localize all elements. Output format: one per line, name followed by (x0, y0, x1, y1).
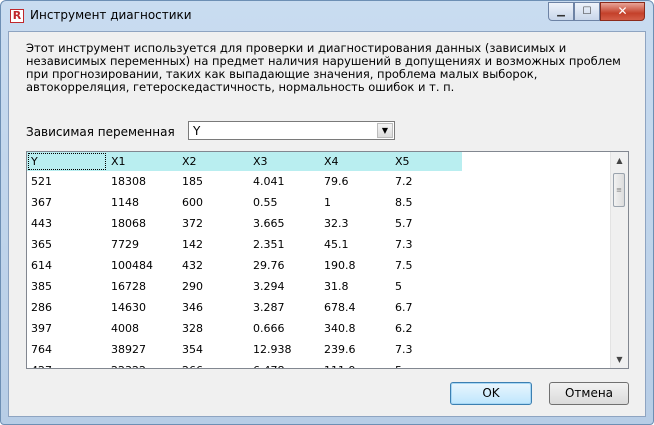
window-title: Инструмент диагностики (30, 8, 192, 22)
scrollbar-thumb[interactable]: ≡ (613, 173, 625, 207)
table-cell[interactable]: 16728 (107, 276, 178, 297)
title-bar[interactable]: R Инструмент диагностики ▁ ☐ ✕ (1, 1, 653, 31)
table-cell[interactable]: 1 (320, 192, 391, 213)
table-cell[interactable]: 3.287 (249, 297, 320, 318)
table-cell[interactable]: 111.9 (320, 360, 391, 368)
table-cell[interactable]: 4.041 (249, 171, 320, 192)
table-cell[interactable]: 614 (27, 255, 107, 276)
table-cell[interactable]: 5.7 (391, 213, 462, 234)
table-row[interactable]: 365 7729 142 2.351 45.1 7.3 (27, 234, 462, 255)
table-row[interactable]: 286 14630 346 3.287 678.4 6.7 (27, 297, 462, 318)
table-cell[interactable]: 7.2 (391, 171, 462, 192)
table-cell[interactable]: 764 (27, 339, 107, 360)
table-cell[interactable]: 6.7 (391, 297, 462, 318)
table-cell[interactable]: 4008 (107, 318, 178, 339)
table-cell[interactable]: 239.6 (320, 339, 391, 360)
table-cell[interactable]: 354 (178, 339, 249, 360)
table-row[interactable]: 397 4008 328 0.666 340.8 6.2 (27, 318, 462, 339)
table-header-row: Y X1 X2 X3 X4 X5 (27, 152, 462, 171)
table-cell[interactable]: 346 (178, 297, 249, 318)
table-cell[interactable]: 7.3 (391, 234, 462, 255)
table-cell[interactable]: 432 (178, 255, 249, 276)
table-row[interactable]: 427223222666.478111.95 (27, 360, 462, 368)
table-cell[interactable]: 5 (391, 360, 462, 368)
table-cell[interactable]: 18068 (107, 213, 178, 234)
ok-button[interactable]: OK (450, 382, 532, 405)
dialog-body: Этот инструмент используется для проверк… (8, 31, 646, 417)
table-cell[interactable]: 427 (27, 360, 107, 368)
column-header[interactable]: X1 (107, 152, 178, 171)
table-cell[interactable]: 79.6 (320, 171, 391, 192)
column-header[interactable]: X3 (249, 152, 320, 171)
cancel-button[interactable]: Отмена (549, 382, 629, 405)
table-row[interactable]: 614 100484 432 29.76 190.8 7.5 (27, 255, 462, 276)
column-header[interactable]: Y (27, 152, 107, 171)
table-cell[interactable]: 12.938 (249, 339, 320, 360)
table-cell[interactable]: 1148 (107, 192, 178, 213)
table-cell[interactable]: 367 (27, 192, 107, 213)
minimize-button[interactable]: ▁ (548, 2, 574, 21)
table-cell[interactable]: 443 (27, 213, 107, 234)
table-cell[interactable]: 18308 (107, 171, 178, 192)
table-body: 521 18308 185 4.041 79.6 7.2 367 1148 600 0.55 1 8.… (27, 171, 462, 368)
table-cell[interactable]: 2.351 (249, 234, 320, 255)
chevron-down-icon[interactable]: ▼ (377, 123, 393, 138)
table-cell[interactable]: 185 (178, 171, 249, 192)
table-cell[interactable]: 29.76 (249, 255, 320, 276)
column-header[interactable]: X2 (178, 152, 249, 171)
table-cell[interactable]: 7.5 (391, 255, 462, 276)
table-row[interactable]: 385 16728 290 3.294 31.8 5 (27, 276, 462, 297)
table-cell[interactable]: 14630 (107, 297, 178, 318)
table-cell[interactable]: 100484 (107, 255, 178, 276)
table-cell[interactable]: 290 (178, 276, 249, 297)
table-cell[interactable]: 8.5 (391, 192, 462, 213)
description-text: Этот инструмент используется для проверк… (26, 41, 621, 94)
vertical-scrollbar[interactable]: ▲ ≡ ▼ (610, 152, 628, 368)
column-header[interactable]: X5 (391, 152, 462, 171)
dependent-variable-select[interactable]: Y ▼ (188, 121, 395, 140)
table-cell[interactable]: 7729 (107, 234, 178, 255)
table-cell[interactable]: 0.55 (249, 192, 320, 213)
table-row[interactable]: 521 18308 185 4.041 79.6 7.2 (27, 171, 462, 192)
table-row[interactable]: 443 18068 372 3.665 32.3 5.7 (27, 213, 462, 234)
dependent-variable-label: Зависимая переменная (26, 125, 175, 139)
table-cell[interactable]: 32.3 (320, 213, 391, 234)
dialog-window: R Инструмент диагностики ▁ ☐ ✕ Этот инст… (0, 0, 654, 425)
scroll-up-arrow-icon[interactable]: ▲ (611, 152, 628, 169)
table-cell[interactable]: 142 (178, 234, 249, 255)
close-button[interactable]: ✕ (600, 2, 645, 21)
table-cell[interactable]: 328 (178, 318, 249, 339)
table-cell[interactable]: 45.1 (320, 234, 391, 255)
table-row[interactable]: 367 1148 600 0.55 1 8.5 (27, 192, 462, 213)
data-table: Y X1 X2 X3 X4 X5 521 18308 185 4.041 79.6 7.2… (27, 152, 462, 368)
table-cell[interactable]: 3.665 (249, 213, 320, 234)
table-cell[interactable]: 385 (27, 276, 107, 297)
table-cell[interactable]: 3.294 (249, 276, 320, 297)
table-cell[interactable]: 372 (178, 213, 249, 234)
column-header[interactable]: X4 (320, 152, 391, 171)
data-grid[interactable]: Y X1 X2 X3 X4 X5 521 18308 185 4.041 79.6 7.2… (26, 151, 629, 369)
table-cell[interactable]: 0.666 (249, 318, 320, 339)
table-cell[interactable]: 286 (27, 297, 107, 318)
table-cell[interactable]: 22322 (107, 360, 178, 368)
table-cell[interactable]: 5 (391, 276, 462, 297)
table-cell[interactable]: 7.3 (391, 339, 462, 360)
table-cell[interactable]: 6.478 (249, 360, 320, 368)
table-cell[interactable]: 365 (27, 234, 107, 255)
table-cell[interactable]: 190.8 (320, 255, 391, 276)
table-cell[interactable]: 397 (27, 318, 107, 339)
table-cell[interactable]: 31.8 (320, 276, 391, 297)
table-cell[interactable]: 340.8 (320, 318, 391, 339)
table-cell[interactable]: 266 (178, 360, 249, 368)
table-cell[interactable]: 38927 (107, 339, 178, 360)
maximize-button[interactable]: ☐ (574, 2, 600, 21)
table-cell[interactable]: 678.4 (320, 297, 391, 318)
app-icon: R (10, 9, 24, 23)
table-cell[interactable]: 6.2 (391, 318, 462, 339)
table-cell[interactable]: 600 (178, 192, 249, 213)
table-row[interactable]: 764 38927 354 12.938 239.6 7.3 (27, 339, 462, 360)
table-cell[interactable]: 521 (27, 171, 107, 192)
scroll-down-arrow-icon[interactable]: ▼ (611, 351, 628, 368)
dependent-variable-value: Y (193, 124, 201, 138)
